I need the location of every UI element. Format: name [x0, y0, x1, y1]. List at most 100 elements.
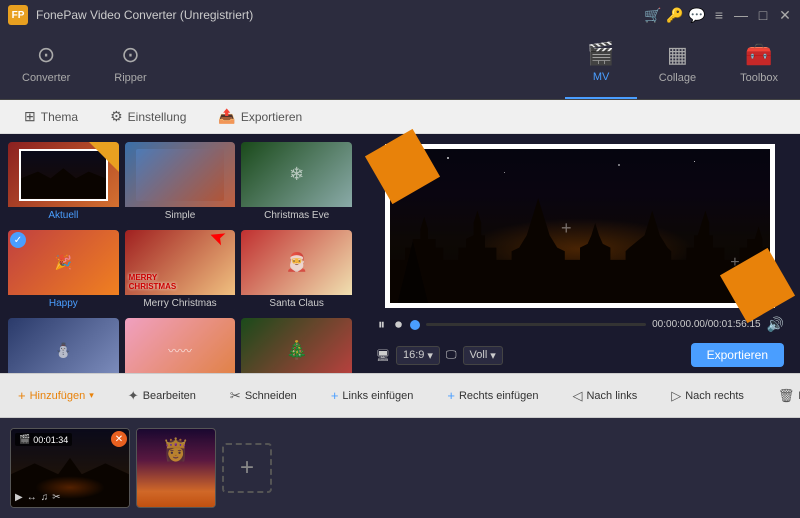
plus-center-icon: +	[561, 218, 572, 239]
theme-simple-label: Simple	[125, 207, 236, 224]
video-options: 🖥 16:9 ▾ 🖵 Voll ▾ Exportieren	[368, 341, 792, 369]
app-title: FonePaw Video Converter (Unregistriert)	[36, 8, 646, 22]
rechts-label: Rechts einfügen	[459, 390, 539, 402]
theme-christmas-eve[interactable]: ❄ Christmas Eve	[241, 142, 352, 224]
screen-icon: 🖵	[446, 349, 457, 362]
audio-icon[interactable]: ♫	[41, 492, 49, 503]
ratio-select[interactable]: 16:9 ▾	[396, 346, 440, 365]
nach-links-button[interactable]: ◁ Nach links	[562, 383, 647, 409]
bearbeiten-button[interactable]: ✦ Bearbeiten	[118, 383, 206, 409]
links-icon: +	[331, 388, 339, 403]
tab-thema-label: Thema	[41, 110, 78, 124]
add-clip-button[interactable]: +	[222, 443, 272, 493]
rechts-icon: +	[447, 388, 455, 403]
app-logo: FP	[8, 5, 28, 25]
chat-icon[interactable]: 💬	[690, 8, 704, 22]
nav-converter-label: Converter	[22, 72, 70, 84]
time-current: 00:00:00.00	[652, 319, 705, 330]
leer-button[interactable]: 🗑 Leer	[768, 383, 800, 409]
clip1-duration-text: 00:01:34	[33, 435, 68, 445]
time-total: 00:01:56.15	[708, 319, 761, 330]
play-icon[interactable]: ▶	[15, 492, 23, 503]
preview-frame: + +	[385, 144, 775, 308]
menu-icon[interactable]: ≡	[712, 8, 726, 22]
minimize-icon[interactable]: —	[734, 8, 748, 22]
tab-exportieren[interactable]: 📤 Exportieren	[204, 103, 316, 130]
pause-button[interactable]: ⏸	[376, 314, 387, 335]
timeline-clip-1[interactable]: 🎬 00:01:34 ✕ ▶ ↔ ♫ ✂	[10, 428, 130, 508]
timeline: 🎬 00:01:34 ✕ ▶ ↔ ♫ ✂ 👸 +	[0, 418, 800, 518]
ratio-value: 16:9	[403, 349, 424, 361]
schneiden-label: Schneiden	[245, 390, 297, 402]
toolbox-icon: 🧰	[745, 42, 772, 68]
nav-mv[interactable]: 🎬 MV	[565, 29, 636, 99]
nach-rechts-label: Nach rechts	[685, 390, 744, 402]
tab-einstellung-label: Einstellung	[128, 110, 187, 124]
links-einfugen-button[interactable]: + Links einfügen	[321, 383, 424, 408]
theme-santa-label: Santa Claus	[241, 295, 352, 312]
maximize-icon[interactable]: □	[756, 8, 770, 22]
bearbeiten-icon: ✦	[128, 388, 139, 404]
quality-select[interactable]: Voll ▾	[463, 346, 503, 365]
nav-toolbox-label: Toolbox	[740, 72, 778, 84]
theme-santa-claus[interactable]: 🎅 Santa Claus	[241, 230, 352, 312]
nav-collage[interactable]: ▦ Collage	[637, 29, 718, 99]
preview-panel: + + ⏸ ⏺ 00:00:00.00/00:01:56.15 🔊 🖥	[360, 134, 800, 373]
theme-aktuell[interactable]: Aktuell	[8, 142, 119, 224]
bottom-toolbar: + Hinzufügen ▾ ✦ Bearbeiten ✂ Schneiden …	[0, 373, 800, 418]
quality-dropdown-icon: ▾	[490, 349, 496, 362]
cut-icon[interactable]: ✂	[52, 492, 60, 503]
theme-simple[interactable]: Simple	[125, 142, 236, 224]
collage-icon: ▦	[667, 42, 688, 68]
title-bar: FP FonePaw Video Converter (Unregistrier…	[0, 0, 800, 30]
nav-converter[interactable]: ⊙ Converter	[0, 29, 92, 99]
hinzufugen-button[interactable]: + Hinzufügen ▾	[8, 383, 104, 408]
close-icon[interactable]: ✕	[778, 8, 792, 22]
tab-bar: ⊞ Thema ⚙ Einstellung 📤 Exportieren	[0, 100, 800, 134]
nach-links-label: Nach links	[586, 390, 637, 402]
timeline-clip-2[interactable]: 👸	[136, 428, 216, 508]
theme-panel: Aktuell Simple ❄ Christmas Eve	[0, 134, 360, 373]
nach-rechts-icon: ▷	[671, 388, 681, 404]
schneiden-icon: ✂	[230, 388, 241, 404]
window-controls: 🛒 🔑 💬 ≡ — □ ✕	[646, 8, 792, 22]
schneiden-button[interactable]: ✂ Schneiden	[220, 383, 307, 409]
stop-button[interactable]: ⏺	[393, 314, 404, 335]
aktuell-corner	[89, 142, 119, 172]
tab-thema[interactable]: ⊞ Thema	[10, 103, 92, 130]
clip1-duration: 🎬 00:01:34	[15, 433, 72, 446]
converter-icon: ⊙	[37, 42, 55, 68]
nav-toolbox[interactable]: 🧰 Toolbox	[718, 29, 800, 99]
theme-xmaseve-label: Christmas Eve	[241, 207, 352, 224]
clip1-close-button[interactable]: ✕	[111, 431, 127, 447]
theme-aktuell-label: Aktuell	[8, 207, 119, 224]
key-icon[interactable]: 🔑	[668, 8, 682, 22]
nach-links-icon: ◁	[572, 388, 582, 404]
theme-snowy-night[interactable]: ⛄ Snowy Night	[8, 318, 119, 373]
theme-xmastree-thumb: 🎄	[241, 318, 352, 373]
theme-merry-christmas[interactable]: MERRYCHRISTMAS ➤ Merry Christmas	[125, 230, 236, 312]
tab-einstellung[interactable]: ⚙ Einstellung	[96, 103, 200, 130]
hinzufugen-dropdown-icon: ▾	[89, 390, 94, 401]
theme-stripes-waves[interactable]: 〰〰 Stripes & Waves	[125, 318, 236, 373]
shop-icon[interactable]: 🛒	[646, 8, 660, 22]
preview-container: + +	[385, 144, 775, 308]
rechts-einfugen-button[interactable]: + Rechts einfügen	[437, 383, 548, 408]
thema-icon: ⊞	[24, 108, 36, 125]
progress-bar[interactable]	[426, 323, 646, 326]
nach-rechts-button[interactable]: ▷ Nach rechts	[661, 383, 754, 409]
volume-icon[interactable]: 🔊	[767, 316, 784, 333]
monitor-icon: 🖥	[376, 349, 390, 362]
links-label: Links einfügen	[342, 390, 413, 402]
nav-ripper[interactable]: ⊙ Ripper	[92, 29, 168, 99]
add-clip-icon: +	[240, 454, 254, 482]
happy-check: ✓	[10, 232, 26, 248]
export-button[interactable]: Exportieren	[691, 343, 784, 367]
nav-mv-label: MV	[593, 71, 610, 83]
theme-christmas-tree[interactable]: 🎄 Christmas Tree	[241, 318, 352, 373]
theme-happy-label: Happy	[8, 295, 119, 312]
theme-simple-thumb	[125, 142, 236, 207]
trim-icon[interactable]: ↔	[27, 492, 37, 503]
clip1-controls: ▶ ↔ ♫ ✂	[15, 492, 61, 503]
theme-happy[interactable]: ✓ 🎉 Happy	[8, 230, 119, 312]
